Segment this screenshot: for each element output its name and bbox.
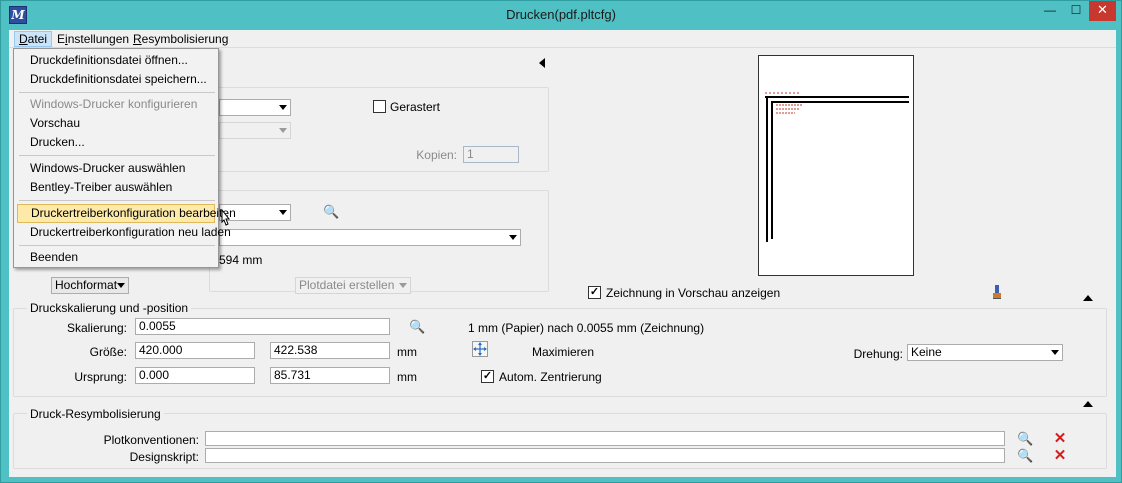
groesse-unit: mm (397, 345, 417, 359)
output-mode-value: Plotdatei erstellen (299, 278, 395, 292)
collapse-resym-arrow[interactable] (1083, 401, 1093, 407)
menu-separator (19, 92, 215, 93)
autom-zentrierung-checkbox[interactable]: ✓ (481, 370, 494, 383)
groesse-label: Größe: (89, 345, 127, 359)
paper-magnifier-icon[interactable]: 🔍 (323, 204, 339, 220)
show-drawing-label: Zeichnung in Vorschau anzeigen (606, 286, 781, 300)
print-preview-page (758, 55, 914, 276)
maximize-arrows-icon (473, 342, 487, 356)
plotkonventionen-input[interactable] (205, 431, 1005, 446)
printer-area-combo[interactable] (219, 99, 291, 116)
menu-datei[interactable]: Datei (14, 31, 53, 47)
menu-resymbolisierung[interactable]: Resymbolisierung (129, 31, 232, 47)
menu-item-edit-driver-config[interactable]: Druckertreiberkonfiguration bearbeiten (17, 204, 236, 223)
menu-separator (19, 155, 215, 156)
gerastert-label: Gerastert (390, 100, 441, 114)
menu-separator (19, 245, 215, 246)
preview-drawing (765, 92, 909, 242)
designskript-label: Designskript: (129, 450, 199, 464)
plotkonventionen-label: Plotkonventionen: (103, 433, 199, 447)
menu-einstellungen[interactable]: Einstellungen (53, 31, 133, 47)
scale-magnifier-icon[interactable]: 🔍 (409, 319, 425, 335)
autom-check-icon: ✓ (482, 370, 493, 382)
brush-icon (993, 285, 1001, 299)
maximieren-label: Maximieren (532, 345, 595, 359)
menu-einstellungen-label-a: E (57, 32, 66, 46)
datei-dropdown-menu: Druckdefinitionsdatei öffnen... Druckdef… (13, 48, 236, 268)
menu-item-print[interactable]: Drucken... (17, 133, 215, 152)
kopien-label: Kopien: (416, 148, 457, 162)
menu-item-configure-windows-printer: Windows-Drucker konfigurieren (30, 97, 198, 111)
maximize-button[interactable]: ☐ (1063, 1, 1089, 21)
plotkonventionen-delete-icon[interactable]: ✕ (1052, 431, 1068, 447)
printer-mode-combo[interactable] (219, 122, 291, 139)
paper-size-text: 594 mm (219, 253, 263, 267)
dialog-client-area: Datei Einstellungen Resymbolisierung Ger… (9, 30, 1116, 477)
menu-datei-label-rest: atei (27, 32, 48, 46)
ursprung-y-input[interactable]: 85.731 (270, 367, 390, 384)
collapse-scaling-arrow[interactable] (1083, 295, 1093, 301)
resym-group-label: Druck-Resymbolisierung (27, 407, 164, 421)
output-mode-combo[interactable]: Plotdatei erstellen (295, 277, 411, 294)
preview-brush-icon[interactable] (989, 284, 1005, 300)
maximize-size-button[interactable] (472, 341, 488, 357)
menu-separator (19, 200, 215, 201)
ursprung-x-input[interactable]: 0.000 (135, 367, 255, 384)
window-title: Drucken(pdf.pltcfg) (506, 7, 616, 22)
title-bar[interactable]: M Drucken(pdf.pltcfg) — ☐ ✕ (1, 1, 1121, 29)
groesse-y-input[interactable]: 422.538 (270, 342, 390, 359)
ursprung-unit: mm (397, 370, 417, 384)
menu-item-reload-driver-config[interactable]: Druckertreiberkonfiguration neu laden (17, 223, 231, 242)
menu-item-exit[interactable]: Beenden (17, 248, 215, 267)
collapse-left-arrow[interactable] (539, 58, 545, 68)
scaling-group-label: Druckskalierung und -position (27, 301, 192, 315)
designskript-input[interactable] (205, 448, 1005, 463)
drehung-combo[interactable]: Keine (907, 344, 1063, 361)
drehung-value: Keine (911, 345, 942, 359)
ursprung-label: Ursprung: (74, 370, 127, 384)
mouse-pointer-icon (221, 209, 231, 226)
gerastert-checkbox[interactable] (373, 100, 386, 113)
skalierung-input[interactable]: 0.0055 (135, 318, 390, 335)
orientation-combo[interactable]: Hochformat (51, 277, 129, 294)
designskript-magnifier-icon[interactable]: 🔍 (1017, 448, 1033, 464)
menu-bar: Datei Einstellungen Resymbolisierung (9, 30, 1116, 48)
menu-item-preview[interactable]: Vorschau (17, 114, 215, 133)
show-drawing-checkbox[interactable]: ✓ (588, 286, 601, 299)
groesse-x-input[interactable]: 420.000 (135, 342, 255, 359)
menu-resymbolisierung-mnemonic: R (133, 32, 142, 46)
menu-datei-mnemonic: D (19, 32, 28, 46)
autom-zentrierung-label: Autom. Zentrierung (499, 370, 602, 384)
scale-description: 1 mm (Papier) nach 0.0055 mm (Zeichnung) (468, 321, 705, 335)
show-drawing-check-icon: ✓ (589, 286, 600, 298)
menu-item-save-definition[interactable]: Druckdefinitionsdatei speichern... (17, 70, 215, 89)
print-dialog-window: M Drucken(pdf.pltcfg) — ☐ ✕ Datei Einste… (0, 0, 1122, 483)
menu-resymbolisierung-label-rest: esymbolisierung (141, 32, 229, 46)
orientation-value: Hochformat (55, 278, 118, 292)
kopien-input[interactable]: 1 (463, 146, 519, 163)
drehung-label: Drehung: (853, 347, 903, 361)
skalierung-label: Skalierung: (66, 321, 127, 335)
form-combo[interactable] (219, 229, 521, 246)
close-button[interactable]: ✕ (1089, 1, 1116, 21)
menu-item-open-definition[interactable]: Druckdefinitionsdatei öffnen... (17, 51, 215, 70)
plotkonventionen-magnifier-icon[interactable]: 🔍 (1017, 431, 1033, 447)
designskript-delete-icon[interactable]: ✕ (1052, 448, 1068, 464)
menu-item-select-windows-printer[interactable]: Windows-Drucker auswählen (17, 159, 215, 178)
menu-einstellungen-label-b: nstellungen (67, 32, 130, 46)
minimize-button[interactable]: — (1037, 1, 1063, 21)
menu-item-select-bentley-driver[interactable]: Bentley-Treiber auswählen (17, 178, 215, 197)
